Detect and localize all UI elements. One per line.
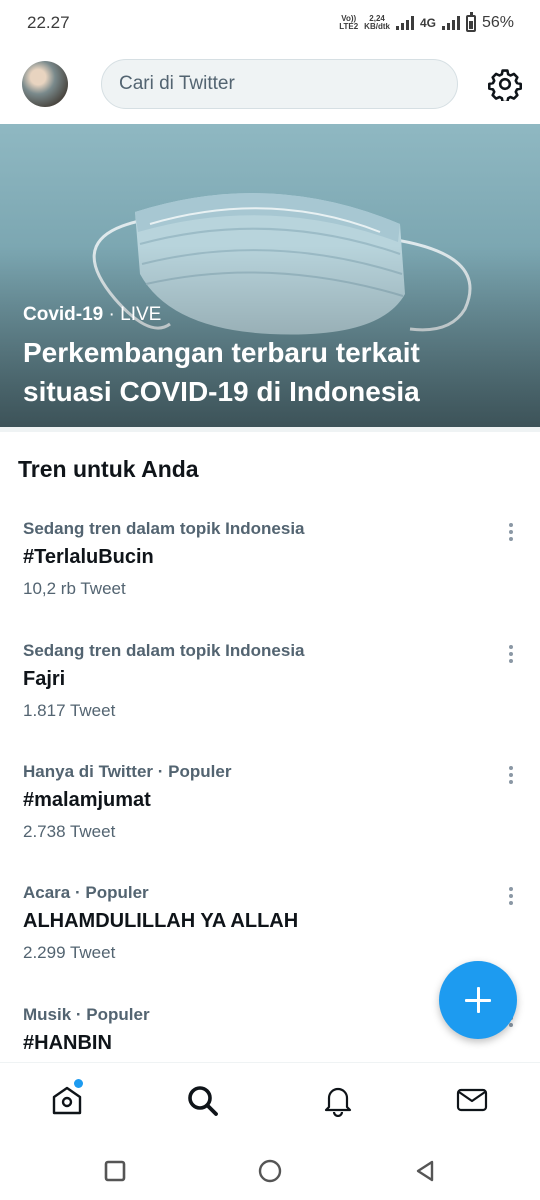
trend-count: 1.817 Tweet	[23, 701, 116, 720]
more-options-icon[interactable]	[508, 887, 514, 907]
trend-context: Acara · Populer	[23, 883, 149, 902]
nav-messages[interactable]	[455, 1083, 489, 1117]
trend-name: #malamjumat	[23, 789, 151, 811]
section-divider	[0, 427, 540, 432]
more-options-icon[interactable]	[508, 645, 514, 665]
status-time: 22.27	[27, 13, 70, 32]
section-title: Tren untuk Anda	[18, 456, 199, 482]
signal-icon	[395, 16, 414, 30]
trend-count: 2.738 Tweet	[23, 822, 116, 841]
trend-count: 10,2 rb Tweet	[23, 579, 126, 598]
back-icon[interactable]	[413, 1159, 437, 1183]
top-header: Cari di Twitter	[0, 46, 540, 124]
network-speed: 2,24 KB/dtk	[364, 15, 390, 31]
system-nav-bar	[0, 1142, 540, 1200]
trend-item[interactable]: Sedang tren dalam topik Indonesia Fajri …	[0, 641, 540, 753]
hero-title: Perkembangan terbaru terkait situasi COV…	[23, 337, 420, 407]
trend-context: Hanya di Twitter · Populer	[23, 762, 232, 781]
live-label: LIVE	[120, 304, 162, 325]
volte-indicator: Vo)) LTE2	[339, 15, 358, 31]
trend-name: #HANBIN	[23, 1032, 112, 1054]
trend-context: Musik · Populer	[23, 1005, 150, 1024]
network-type: 4G	[419, 16, 436, 30]
battery-percent: 56%	[481, 14, 514, 31]
more-options-icon[interactable]	[508, 766, 514, 786]
trend-item[interactable]: Sedang tren dalam topik Indonesia #Terla…	[0, 519, 540, 631]
notification-dot	[74, 1079, 83, 1088]
hero-category: Covid-19 · LIVE	[23, 304, 161, 326]
status-bar: 22.27 Vo)) LTE2 2,24 KB/dtk 4G 56%	[0, 0, 540, 46]
bottom-nav	[0, 1062, 540, 1142]
hero-separator: ·	[103, 304, 121, 325]
nav-home[interactable]	[50, 1079, 84, 1117]
hero-banner[interactable]: Covid-19 · LIVE Perkembangan terbaru ter…	[0, 124, 540, 427]
recents-icon[interactable]	[103, 1159, 127, 1183]
speed-unit: KB/dtk	[364, 22, 390, 31]
trend-name: ALHAMDULILLAH YA ALLAH	[23, 910, 299, 932]
avatar[interactable]	[22, 61, 68, 107]
search-input[interactable]: Cari di Twitter	[101, 59, 458, 109]
home-circle-icon[interactable]	[258, 1159, 282, 1183]
status-indicators: Vo)) LTE2 2,24 KB/dtk 4G 56%	[339, 10, 514, 36]
trend-count: 2.299 Tweet	[23, 943, 116, 962]
trend-context: Sedang tren dalam topik Indonesia	[23, 641, 305, 660]
battery-icon	[465, 11, 476, 32]
compose-tweet-button[interactable]	[439, 961, 517, 1039]
trend-context: Sedang tren dalam topik Indonesia	[23, 519, 305, 538]
gear-icon[interactable]	[488, 67, 522, 101]
nav-explore[interactable]	[185, 1083, 219, 1117]
mail-icon	[456, 1088, 488, 1112]
hero-topic: Covid-19	[23, 304, 104, 325]
trend-name: Fajri	[23, 668, 66, 690]
search-placeholder: Cari di Twitter	[119, 73, 235, 94]
trend-item[interactable]: Hanya di Twitter · Populer #malamjumat 2…	[0, 762, 540, 874]
nav-notifications[interactable]	[321, 1083, 355, 1118]
bell-icon	[324, 1087, 352, 1118]
signal-icon-2	[441, 16, 460, 30]
trend-name: #TerlaluBucin	[23, 546, 154, 568]
home-icon	[52, 1086, 82, 1115]
volte-line2: LTE2	[339, 22, 359, 31]
search-icon	[188, 1086, 218, 1116]
more-options-icon[interactable]	[508, 523, 514, 543]
